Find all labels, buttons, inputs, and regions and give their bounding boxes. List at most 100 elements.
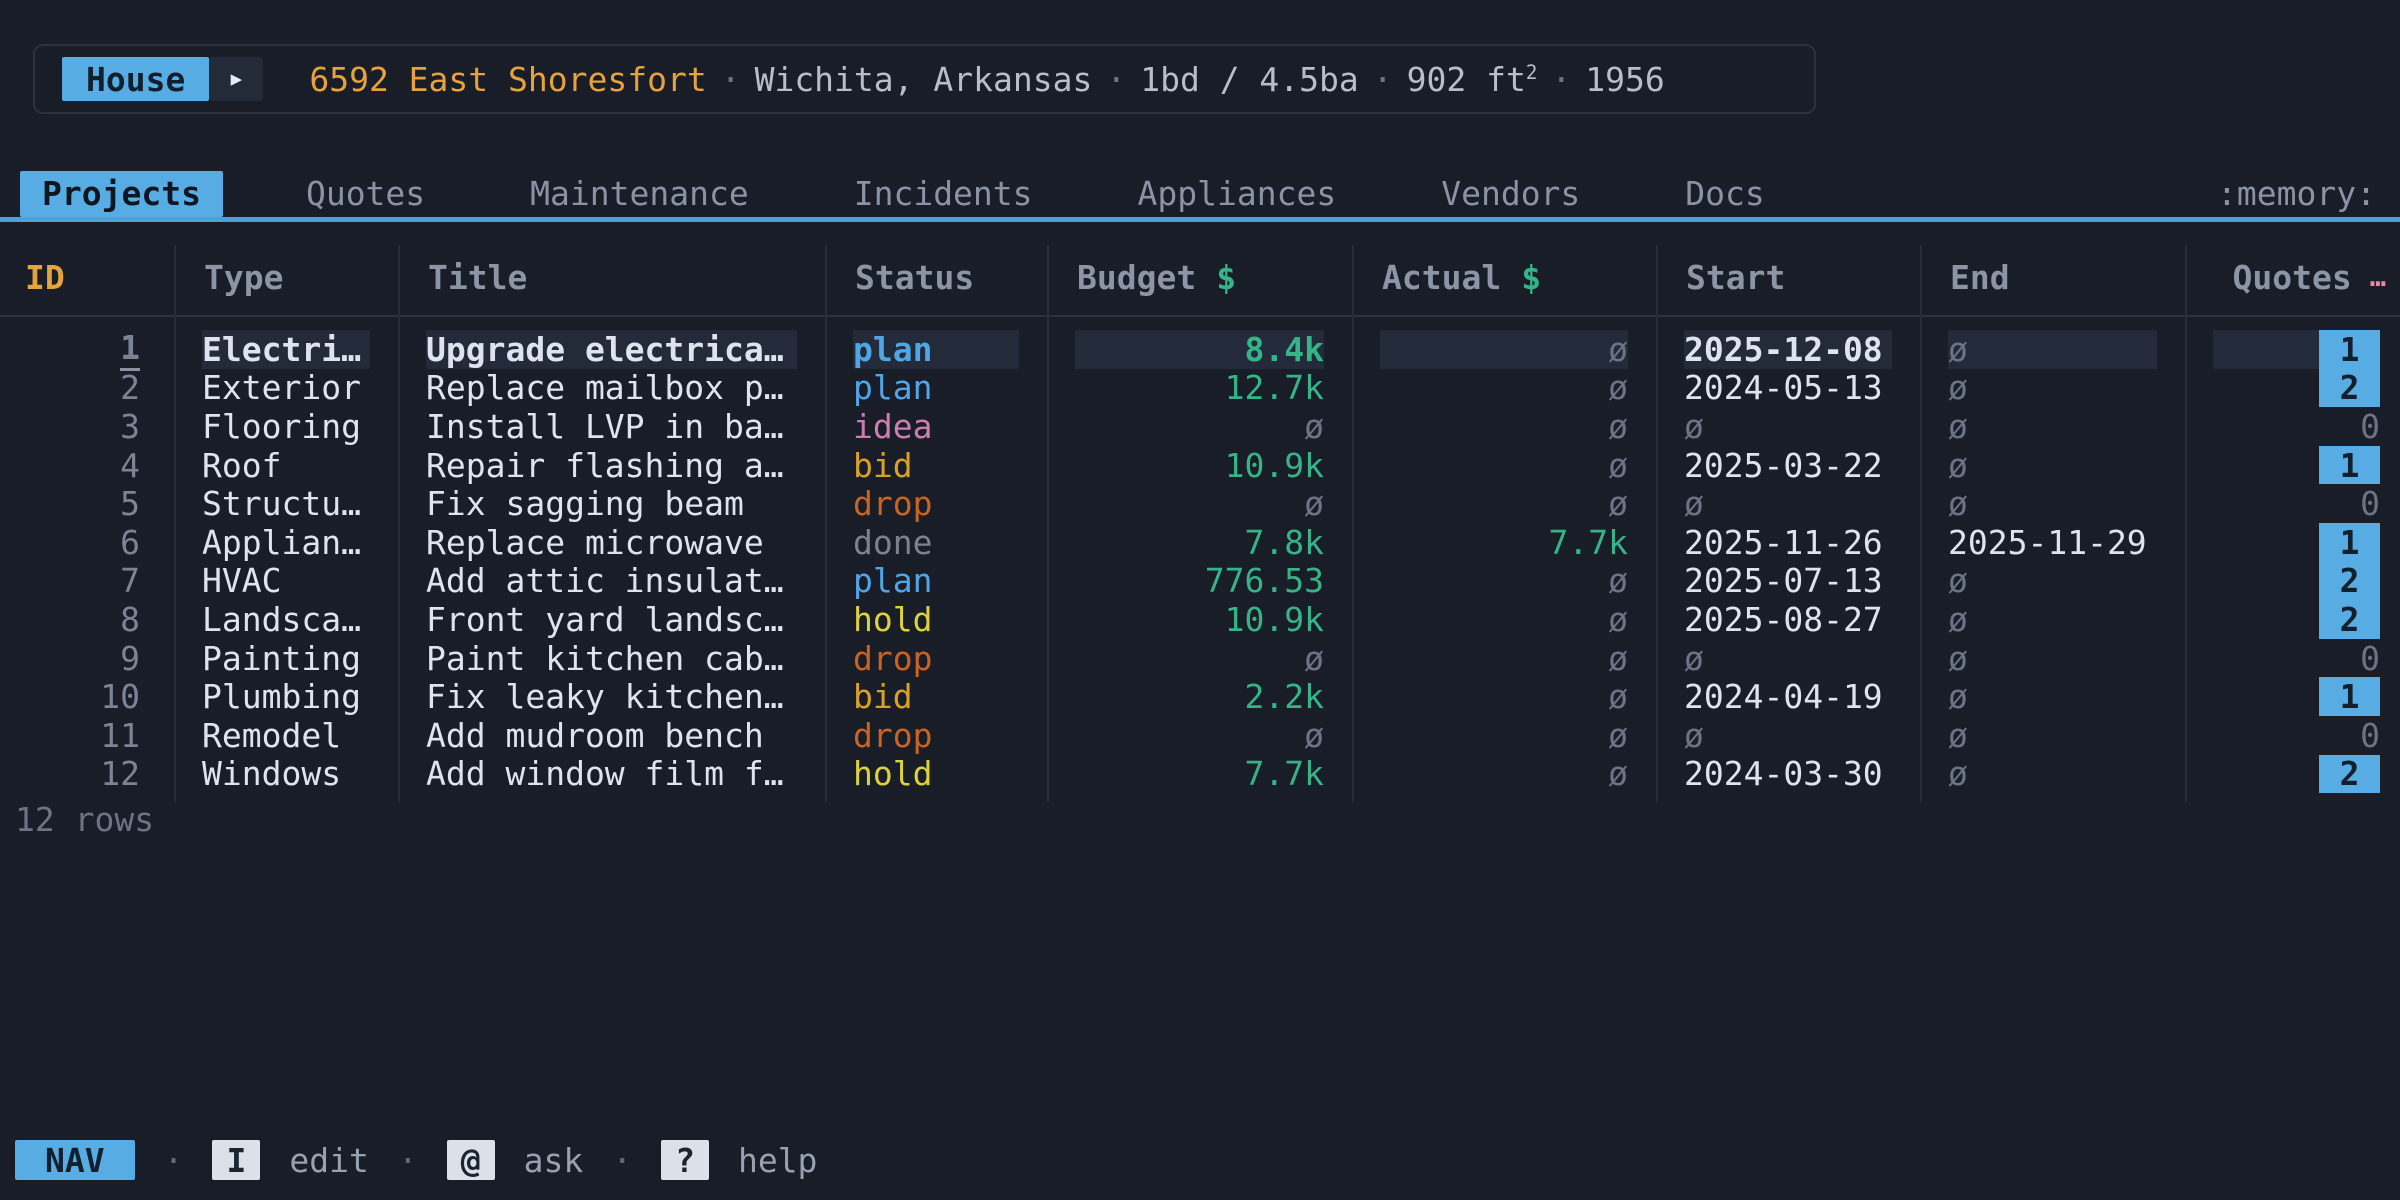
cell-budget[interactable]: 10.9k: [1047, 446, 1352, 485]
cell-budget[interactable]: 10.9k: [1047, 600, 1352, 639]
cell-actual[interactable]: ø: [1352, 716, 1656, 755]
cell-id[interactable]: 2: [0, 369, 174, 408]
cell-status[interactable]: plan: [825, 369, 1047, 408]
cell-type[interactable]: Structu…: [174, 484, 398, 523]
cell-type[interactable]: Flooring: [174, 407, 398, 446]
tab-quotes[interactable]: Quotes: [284, 171, 447, 217]
cell-status[interactable]: drop: [825, 639, 1047, 678]
cell-quotes[interactable]: 0: [2185, 716, 2400, 755]
cell-id[interactable]: 12: [0, 755, 174, 794]
cell-start[interactable]: ø: [1656, 639, 1920, 678]
tab-docs[interactable]: Docs: [1663, 171, 1786, 217]
column-header-id[interactable]: ID: [0, 240, 174, 315]
cell-actual[interactable]: ø: [1352, 562, 1656, 601]
hint-help[interactable]: ?help: [661, 1140, 817, 1180]
cell-type[interactable]: Plumbing: [174, 677, 398, 716]
cell-id[interactable]: 11: [0, 716, 174, 755]
cell-type[interactable]: Windows: [174, 755, 398, 794]
cell-end[interactable]: 2025-11-29: [1920, 523, 2185, 562]
cell-quotes[interactable]: 2: [2185, 369, 2400, 408]
cell-title[interactable]: Add mudroom bench: [398, 716, 825, 755]
hint-edit[interactable]: Iedit: [212, 1140, 368, 1180]
quotes-count-badge[interactable]: 1: [2319, 446, 2380, 485]
cell-type[interactable]: Landsca…: [174, 600, 398, 639]
cell-budget[interactable]: 12.7k: [1047, 369, 1352, 408]
cell-actual[interactable]: ø: [1352, 369, 1656, 408]
column-header-start[interactable]: Start: [1656, 240, 1920, 315]
cell-title[interactable]: Front yard landsc…: [398, 600, 825, 639]
cell-id[interactable]: 1: [0, 330, 174, 369]
cell-start[interactable]: 2025-03-22: [1656, 446, 1920, 485]
cell-status[interactable]: hold: [825, 755, 1047, 794]
cell-type[interactable]: Exterior: [174, 369, 398, 408]
cell-budget[interactable]: ø: [1047, 407, 1352, 446]
cell-start[interactable]: 2025-12-08: [1656, 330, 1920, 369]
column-header-actual[interactable]: Actual$: [1352, 240, 1656, 315]
quotes-count-badge[interactable]: 2: [2319, 755, 2380, 794]
cell-end[interactable]: ø: [1920, 677, 2185, 716]
cell-budget[interactable]: 7.8k: [1047, 523, 1352, 562]
cell-type[interactable]: Applian…: [174, 523, 398, 562]
column-header-title[interactable]: Title: [398, 240, 825, 315]
cell-title[interactable]: Replace mailbox p…: [398, 369, 825, 408]
cell-budget[interactable]: 2.2k: [1047, 677, 1352, 716]
cell-type[interactable]: HVAC: [174, 562, 398, 601]
tab-appliances[interactable]: Appliances: [1116, 171, 1359, 217]
column-header-quotes[interactable]: Quotes…: [2185, 240, 2400, 315]
cell-quotes[interactable]: 2: [2185, 600, 2400, 639]
cell-budget[interactable]: 776.53: [1047, 562, 1352, 601]
cell-end[interactable]: ø: [1920, 716, 2185, 755]
quotes-count-badge[interactable]: 1: [2319, 330, 2380, 369]
cell-end[interactable]: ø: [1920, 446, 2185, 485]
cell-title[interactable]: Paint kitchen cab…: [398, 639, 825, 678]
cell-end[interactable]: ø: [1920, 330, 2185, 369]
cell-quotes[interactable]: 1: [2185, 446, 2400, 485]
cell-start[interactable]: 2024-05-13: [1656, 369, 1920, 408]
cell-status[interactable]: plan: [825, 330, 1047, 369]
cell-quotes[interactable]: 1: [2185, 677, 2400, 716]
cell-actual[interactable]: ø: [1352, 755, 1656, 794]
cell-id[interactable]: 4: [0, 446, 174, 485]
cell-status[interactable]: done: [825, 523, 1047, 562]
cell-start[interactable]: ø: [1656, 716, 1920, 755]
quotes-count-badge[interactable]: 1: [2319, 523, 2380, 562]
cell-start[interactable]: 2024-03-30: [1656, 755, 1920, 794]
cell-actual[interactable]: ø: [1352, 600, 1656, 639]
cell-actual[interactable]: ø: [1352, 407, 1656, 446]
cell-status[interactable]: hold: [825, 600, 1047, 639]
cell-budget[interactable]: ø: [1047, 484, 1352, 523]
cell-type[interactable]: Painting: [174, 639, 398, 678]
cell-quotes[interactable]: 0: [2185, 484, 2400, 523]
cell-title[interactable]: Add window film f…: [398, 755, 825, 794]
cell-quotes[interactable]: 2: [2185, 562, 2400, 601]
tab-vendors[interactable]: Vendors: [1419, 171, 1602, 217]
tab-projects[interactable]: Projects: [20, 171, 223, 217]
cell-status[interactable]: drop: [825, 716, 1047, 755]
cell-type[interactable]: Electri…: [174, 330, 398, 369]
cell-end[interactable]: ø: [1920, 639, 2185, 678]
cell-actual[interactable]: ø: [1352, 484, 1656, 523]
cell-status[interactable]: drop: [825, 484, 1047, 523]
cell-quotes[interactable]: 1: [2185, 330, 2400, 369]
cell-title[interactable]: Add attic insulat…: [398, 562, 825, 601]
cell-title[interactable]: Upgrade electrica…: [398, 330, 825, 369]
cell-quotes[interactable]: 0: [2185, 407, 2400, 446]
column-header-end[interactable]: End: [1920, 240, 2185, 315]
cell-title[interactable]: Fix sagging beam: [398, 484, 825, 523]
quotes-count-badge[interactable]: 2: [2319, 562, 2380, 601]
quotes-count-badge[interactable]: 1: [2319, 677, 2380, 716]
cell-id[interactable]: 8: [0, 600, 174, 639]
cell-start[interactable]: ø: [1656, 484, 1920, 523]
cell-budget[interactable]: ø: [1047, 716, 1352, 755]
property-switcher-button[interactable]: ▶: [209, 57, 263, 101]
cell-start[interactable]: ø: [1656, 407, 1920, 446]
cell-budget[interactable]: ø: [1047, 639, 1352, 678]
cell-start[interactable]: 2025-11-26: [1656, 523, 1920, 562]
cell-actual[interactable]: ø: [1352, 677, 1656, 716]
column-header-status[interactable]: Status: [825, 240, 1047, 315]
tab-maintenance[interactable]: Maintenance: [508, 171, 771, 217]
property-type-badge[interactable]: House: [62, 57, 209, 101]
cell-actual[interactable]: ø: [1352, 330, 1656, 369]
cell-type[interactable]: Roof: [174, 446, 398, 485]
cell-id[interactable]: 3: [0, 407, 174, 446]
